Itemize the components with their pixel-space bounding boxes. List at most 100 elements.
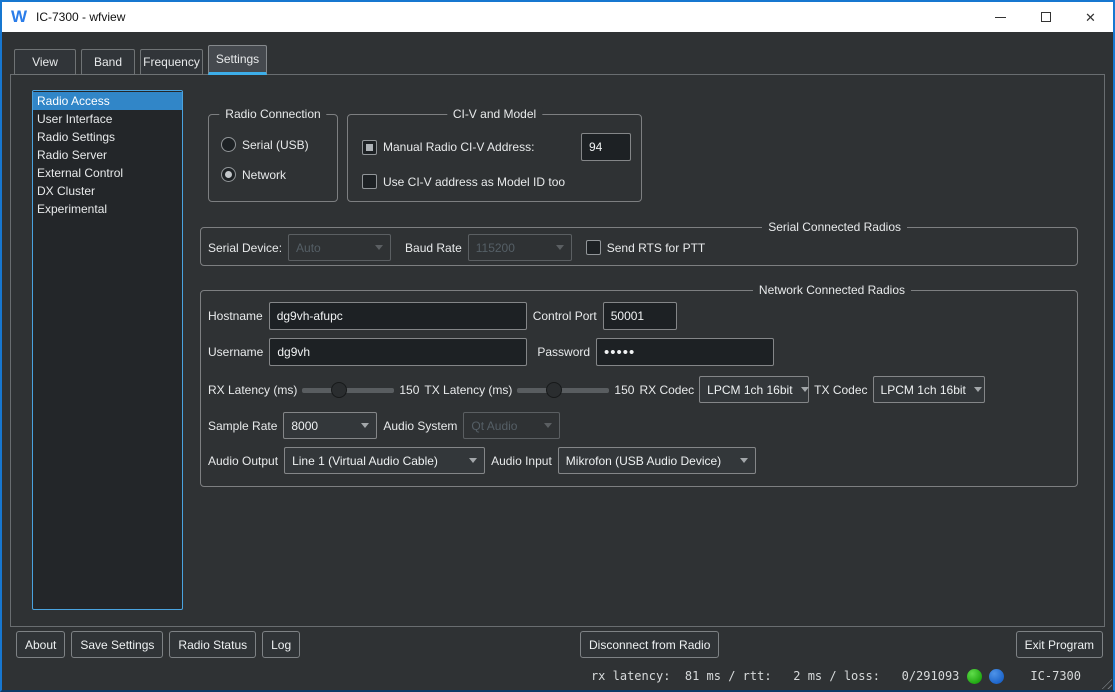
send-rts-label: Send RTS for PTT [607,241,705,255]
control-port-label: Control Port [533,309,597,323]
send-rts-checkbox[interactable] [586,240,601,255]
about-button[interactable]: About [16,631,65,658]
slider-groove [517,388,609,393]
slider-handle[interactable] [546,382,562,398]
sidebar-item-radio-access[interactable]: Radio Access [33,92,182,110]
audio-input-label: Audio Input [491,454,552,468]
sample-rate-value: 8000 [291,419,318,433]
network-label: Network [242,168,286,182]
footer-button-bar: About Save Settings Radio Status Log Dis… [16,631,1103,659]
maximize-button[interactable] [1023,2,1068,32]
tab-settings[interactable]: Settings [208,45,267,75]
audio-output-label: Audio Output [208,454,278,468]
tx-codec-value: LPCM 1ch 16bit [881,383,966,397]
serial-usb-label: Serial (USB) [242,138,309,152]
audio-input-value: Mikrofon (USB Audio Device) [566,454,721,468]
model-id-checkbox[interactable] [362,174,377,189]
chevron-down-icon [740,458,748,463]
minimize-button[interactable] [978,2,1023,32]
radio-status-button[interactable]: Radio Status [169,631,256,658]
tab-bar: View Band Frequency Settings [14,45,267,75]
serial-device-select[interactable]: Auto [288,234,391,261]
slider-handle[interactable] [331,382,347,398]
audio-system-select[interactable]: Qt Audio [463,412,560,439]
civ-model-group: CI-V and Model Manual Radio CI-V Address… [347,114,642,202]
exit-program-button[interactable]: Exit Program [1016,631,1103,658]
serial-usb-radio[interactable] [221,137,236,152]
serial-device-label: Serial Device: [208,241,282,255]
username-input[interactable] [269,338,527,366]
sample-rate-label: Sample Rate [208,419,277,433]
tx-status-led-icon [989,669,1004,684]
save-settings-button[interactable]: Save Settings [71,631,163,658]
tx-latency-label: TX Latency (ms) [424,383,512,397]
audio-system-label: Audio System [383,419,457,433]
rx-latency-value: 150 [399,383,419,397]
chevron-down-icon [974,387,982,392]
sidebar-item-experimental[interactable]: Experimental [33,200,182,218]
audio-output-select[interactable]: Line 1 (Virtual Audio Cable) [284,447,485,474]
rx-codec-value: LPCM 1ch 16bit [707,383,792,397]
sidebar-item-radio-settings[interactable]: Radio Settings [33,128,182,146]
control-port-input[interactable] [603,302,677,330]
rx-status-led-icon [967,669,982,684]
hostname-label: Hostname [208,309,263,323]
radio-connection-group: Radio Connection Serial (USB) Network [208,114,338,202]
serial-device-value: Auto [296,241,321,255]
tab-frequency[interactable]: Frequency [140,49,203,75]
footer-left-buttons: About Save Settings Radio Status Log [16,631,300,658]
chevron-down-icon [544,423,552,428]
chevron-down-icon [375,245,383,250]
manual-civ-checkbox[interactable] [362,140,377,155]
network-option[interactable]: Network [221,167,337,182]
civ-address-input[interactable] [581,133,631,161]
sidebar-item-radio-server[interactable]: Radio Server [33,146,182,164]
maximize-icon [1041,12,1051,22]
app-logo-icon: W [6,7,32,27]
audio-input-select[interactable]: Mikrofon (USB Audio Device) [558,447,756,474]
sidebar-item-dx-cluster[interactable]: DX Cluster [33,182,182,200]
sidebar-item-external-control[interactable]: External Control [33,164,182,182]
rx-codec-label: RX Codec [639,383,694,397]
app-window: W IC-7300 - wfview ✕ View Band Frequency… [0,0,1115,692]
log-button[interactable]: Log [262,631,300,658]
serial-usb-option[interactable]: Serial (USB) [221,137,337,152]
rx-codec-select[interactable]: LPCM 1ch 16bit [699,376,809,403]
network-radio[interactable] [221,167,236,182]
latency-status-text: rx latency: 81 ms / rtt: 2 ms / loss: 0/… [591,669,959,683]
settings-pane: Radio Access User Interface Radio Settin… [10,74,1105,627]
window-title: IC-7300 - wfview [36,10,978,24]
close-icon: ✕ [1085,11,1096,24]
baud-rate-select[interactable]: 115200 [468,234,572,261]
status-bar: rx latency: 81 ms / rtt: 2 ms / loss: 0/… [2,662,1113,690]
main-area: View Band Frequency Settings Radio Acces… [2,32,1113,690]
rx-latency-slider[interactable] [302,381,394,399]
chevron-down-icon [469,458,477,463]
audio-system-value: Qt Audio [471,419,517,433]
title-bar: W IC-7300 - wfview ✕ [2,2,1113,32]
chevron-down-icon [361,423,369,428]
audio-output-value: Line 1 (Virtual Audio Cable) [292,454,438,468]
tx-codec-label: TX Codec [814,383,867,397]
close-button[interactable]: ✕ [1068,2,1113,32]
password-input[interactable] [596,338,774,366]
sample-rate-select[interactable]: 8000 [283,412,377,439]
hostname-input[interactable] [269,302,527,330]
model-id-label: Use CI-V address as Model ID too [383,175,565,189]
disconnect-button[interactable]: Disconnect from Radio [580,631,719,658]
settings-category-list: Radio Access User Interface Radio Settin… [32,90,183,610]
network-radios-group: Network Connected Radios Hostname Contro… [200,290,1078,487]
tx-codec-select[interactable]: LPCM 1ch 16bit [873,376,985,403]
group-title: Network Connected Radios [753,283,911,297]
sidebar-item-user-interface[interactable]: User Interface [33,110,182,128]
tab-band[interactable]: Band [81,49,135,75]
group-title: Radio Connection [219,107,326,121]
baud-rate-label: Baud Rate [405,241,462,255]
chevron-down-icon [556,245,564,250]
slider-groove [302,388,394,393]
tab-view[interactable]: View [14,49,76,75]
manual-civ-label: Manual Radio CI-V Address: [383,140,534,154]
tx-latency-slider[interactable] [517,381,609,399]
serial-radios-group: Serial Connected Radios Serial Device: A… [200,227,1078,266]
group-title: CI-V and Model [447,107,542,121]
